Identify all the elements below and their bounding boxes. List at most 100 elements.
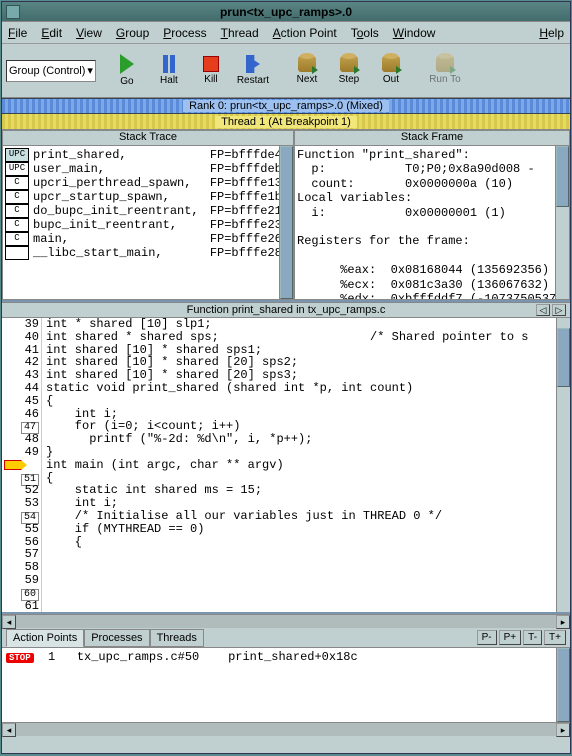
lang-indicator: C [5, 190, 29, 204]
gutter[interactable]: 3940414243444546474849515253545556575859… [2, 318, 42, 612]
source-area[interactable]: 3940414243444546474849515253545556575859… [2, 318, 570, 614]
hscrollbar[interactable]: ◂ ▸ [2, 614, 570, 628]
code-line[interactable]: int main (int argc, char ** argv) [46, 459, 570, 472]
scroll-left-button[interactable]: ◂ [2, 615, 16, 629]
p-plus-button[interactable]: P+ [499, 630, 522, 645]
tab-processes[interactable]: Processes [84, 629, 149, 647]
pause-icon [163, 55, 175, 73]
thread-bar[interactable]: Thread 1 (At Breakpoint 1) [2, 114, 570, 130]
trace-func: __libc_start_main, [33, 246, 206, 260]
stack-trace-row[interactable]: __libc_start_main, FP=bfffe288 [5, 246, 291, 260]
stack-trace-row[interactable]: Cupcr_startup_spawn, FP=bfffe1b8 [5, 190, 291, 204]
vscrollbar[interactable] [556, 648, 570, 722]
stack-trace-row[interactable]: Cdo_bupc_init_reentrant, FP=bfffe218 [5, 204, 291, 218]
trace-func: bupc_init_reentrant, [33, 218, 206, 232]
menu-window[interactable]: Window [393, 26, 436, 40]
play-icon [120, 54, 134, 74]
code-line[interactable]: int shared * shared sps; /* Shared point… [46, 331, 570, 344]
stack-trace-row[interactable]: UPCuser_main, FP=bfffdeb8 [5, 162, 291, 176]
gutter-line[interactable]: 46 [2, 408, 39, 421]
stack-frame-body[interactable]: Function "print_shared": p: T0;P0;0x8a90… [295, 146, 569, 299]
next-button[interactable]: Next [288, 48, 326, 94]
vscrollbar[interactable] [279, 146, 293, 299]
vscrollbar[interactable] [556, 318, 570, 612]
rank-bar[interactable]: Rank 0: prun<tx_upc_ramps>.0 (Mixed) [2, 98, 570, 114]
stack-trace-row[interactable]: Cmain, FP=bfffe268 [5, 232, 291, 246]
stack-trace-row[interactable]: Cupcri_perthread_spawn, FP=bfffe138 [5, 176, 291, 190]
nav-back-button[interactable]: ◁ [536, 304, 550, 316]
scroll-track[interactable] [16, 615, 556, 628]
menu-edit[interactable]: Edit [41, 26, 62, 40]
stop-icon [203, 56, 219, 72]
frame-text: Function "print_shared": p: T0;P0;0x8a90… [297, 148, 567, 299]
out-button[interactable]: Out [372, 48, 410, 94]
trace-fp: FP=bfffe218 [210, 204, 289, 218]
gutter-line[interactable]: 44 [2, 382, 39, 395]
gutter-line[interactable]: 45 [2, 395, 39, 408]
menu-thread[interactable]: Thread [221, 26, 259, 40]
p-minus-button[interactable]: P- [477, 630, 497, 645]
group-select-label: Group (Control) [9, 65, 85, 77]
titlebar[interactable]: prun<tx_upc_ramps>.0 [2, 2, 570, 22]
nav-fwd-button[interactable]: ▷ [552, 304, 566, 316]
stack-trace-row[interactable]: UPCprint_shared, FP=bfffde48 [5, 148, 291, 162]
gutter-line[interactable] [2, 459, 39, 472]
halt-button[interactable]: Halt [150, 48, 188, 94]
code-line[interactable]: if (MYTHREAD == 0) [46, 523, 570, 536]
gutter-line[interactable]: 39 [2, 318, 39, 331]
code-line[interactable]: /* Initialise all our variables just in … [46, 510, 570, 523]
menu-process[interactable]: Process [163, 26, 206, 40]
scroll-right-button[interactable]: ▸ [556, 615, 570, 629]
code-line[interactable]: } [46, 446, 570, 459]
code-line[interactable]: { [46, 536, 570, 549]
t-minus-button[interactable]: T- [523, 630, 542, 645]
gutter-line[interactable]: 49 [2, 446, 39, 459]
action-point-row[interactable]: STOP 1 tx_upc_ramps.c#50 print_shared+0x… [6, 650, 566, 664]
t-plus-button[interactable]: T+ [544, 630, 566, 645]
code-line[interactable]: { [46, 395, 570, 408]
kill-button[interactable]: Kill [192, 48, 230, 94]
trace-func: main, [33, 232, 206, 246]
gutter-line[interactable]: 40 [2, 331, 39, 344]
tab-threads[interactable]: Threads [150, 629, 204, 647]
step-button[interactable]: Step [330, 48, 368, 94]
lang-indicator: C [5, 218, 29, 232]
restart-button[interactable]: Restart [234, 48, 272, 94]
run-to-button[interactable]: Run To [426, 48, 464, 94]
tab-action-points[interactable]: Action Points [6, 629, 84, 647]
step-into-icon [340, 56, 358, 72]
trace-fp: FP=bfffe138 [210, 176, 289, 190]
gutter-line[interactable]: 55 [2, 523, 39, 536]
code-line[interactable]: static int shared ms = 15; [46, 484, 570, 497]
gutter-line[interactable]: 54 [2, 510, 39, 523]
source-header-label: Function print_shared in tx_upc_ramps.c [187, 304, 386, 316]
trace-func: upcri_perthread_spawn, [33, 176, 206, 190]
lang-indicator: UPC [5, 162, 29, 176]
go-button[interactable]: Go [108, 48, 146, 94]
gutter-line[interactable]: 59 [2, 574, 39, 587]
menu-file[interactable]: File [8, 26, 27, 40]
app-menu-icon[interactable] [6, 5, 20, 19]
code-line[interactable]: printf ("%-2d: %d\n", i, *p++); [46, 433, 570, 446]
menu-action-point[interactable]: Action Point [273, 26, 337, 40]
scroll-track[interactable] [16, 723, 556, 736]
hscrollbar[interactable]: ◂ ▸ [2, 722, 570, 736]
group-select[interactable]: Group (Control) ▾ [6, 60, 96, 82]
stack-trace-body[interactable]: UPCprint_shared, FP=bfffde48UPCuser_main… [3, 146, 293, 299]
gutter-line[interactable]: 53 [2, 497, 39, 510]
vscrollbar[interactable] [555, 146, 569, 299]
code-line[interactable]: static void print_shared (shared int *p,… [46, 382, 570, 395]
menu-help[interactable]: Help [539, 26, 564, 40]
code-line[interactable]: int * shared [10] slp1; [46, 318, 570, 331]
menu-group[interactable]: Group [116, 26, 149, 40]
gutter-line[interactable]: 61 [2, 600, 39, 613]
stack-trace-row[interactable]: Cbupc_init_reentrant, FP=bfffe238 [5, 218, 291, 232]
gutter-line[interactable]: 60 [2, 587, 39, 600]
scroll-left-button[interactable]: ◂ [2, 723, 16, 737]
action-points-body[interactable]: STOP 1 tx_upc_ramps.c#50 print_shared+0x… [2, 648, 570, 722]
menu-tools[interactable]: Tools [351, 26, 379, 40]
scroll-right-button[interactable]: ▸ [556, 723, 570, 737]
source-code[interactable]: int * shared [10] slp1;int shared * shar… [42, 318, 570, 612]
trace-fp: FP=bfffe288 [210, 246, 289, 260]
menu-view[interactable]: View [76, 26, 102, 40]
